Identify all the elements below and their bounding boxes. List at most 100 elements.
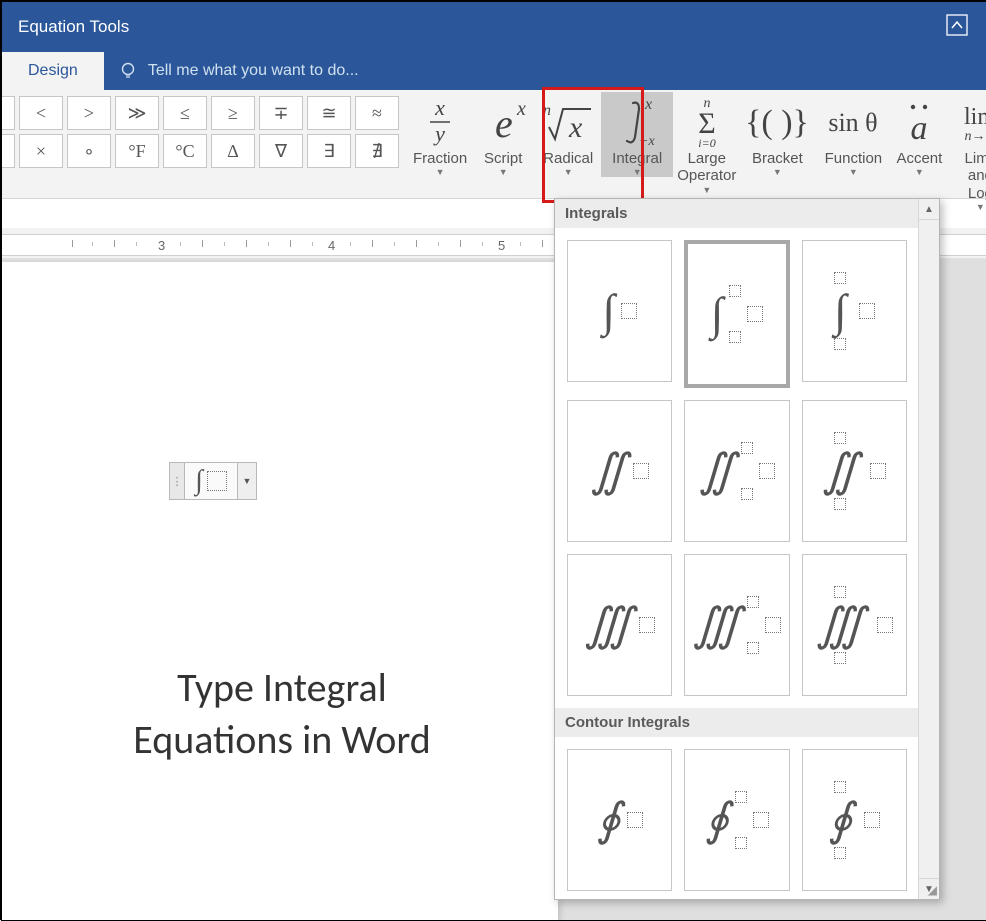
tell-me-search[interactable]: Tell me what you want to do... <box>104 52 359 90</box>
bracket-button[interactable]: {( )} Bracket ▼ <box>740 92 814 177</box>
equation-placeholder[interactable] <box>207 471 227 491</box>
equation-placeholder <box>735 791 747 803</box>
ribbon-collapse-icon[interactable] <box>946 14 968 36</box>
symbol-cell[interactable]: ≤ <box>163 96 207 130</box>
fraction-label: Fraction <box>413 150 467 167</box>
chevron-down-icon: ▼ <box>976 202 985 212</box>
symbol-cell[interactable]: ∄ <box>355 134 399 168</box>
double-integral-thumb-sub-sup[interactable]: ∬ <box>684 400 789 542</box>
contour-integral-glyph-icon: ∮ <box>705 797 729 843</box>
large-operator-button[interactable]: n Σ i=0 Large Operator ▼ <box>673 92 740 195</box>
integral-thumb-sub-sup[interactable]: ∫ <box>684 240 789 388</box>
tell-me-placeholder: Tell me what you want to do... <box>148 62 359 80</box>
tab-design-label: Design <box>28 62 78 80</box>
doc-title-line1: Type Integral <box>177 663 387 712</box>
doc-title-line2: Equations in Word <box>133 715 431 764</box>
double-integral-thumb-indefinite[interactable]: ∬ <box>567 400 672 542</box>
contour-integral-thumb-stacked-limits[interactable]: ∮ <box>802 749 907 891</box>
app-title: Equation Tools <box>18 17 129 37</box>
symbol-cell[interactable] <box>2 134 15 168</box>
integral-label: Integral <box>612 150 662 167</box>
equation-move-handle[interactable]: ⋮ <box>169 462 185 500</box>
triple-integral-thumb-indefinite[interactable]: ∭ <box>567 554 672 696</box>
symbol-cell[interactable]: ≈ <box>355 96 399 130</box>
equation-placeholder <box>870 463 886 479</box>
integral-thumb-indefinite[interactable]: ∫ <box>567 240 672 382</box>
accent-button[interactable]: a Accent ▼ <box>892 92 946 177</box>
tab-design[interactable]: Design <box>2 52 104 90</box>
document-page[interactable]: ⋮ ∫ ▼ Type Integral Equations in Word <box>2 262 558 920</box>
equation-placeholder <box>834 781 846 793</box>
double-integral-glyph-icon: ∬ <box>822 448 858 494</box>
gallery-section-header: Integrals <box>555 199 919 228</box>
equation-placeholder <box>747 642 759 654</box>
ribbon: < > ≫ ≤ ≥ ∓ ≅ ≈ × ∘ °F °C ∆ ∇ ∃ ∄ x <box>2 90 986 199</box>
integral-gallery: Integrals ∫ ∫ <box>554 198 940 900</box>
equation-placeholder <box>834 652 846 664</box>
function-button[interactable]: sin θ Function ▼ <box>814 92 892 177</box>
symbol-cell[interactable]: ≫ <box>115 96 159 130</box>
symbol-cell[interactable]: × <box>19 134 63 168</box>
symbol-cell[interactable]: > <box>67 96 111 130</box>
symbol-cell[interactable]: ∃ <box>307 134 351 168</box>
bracket-label: Bracket <box>752 150 803 167</box>
gallery-scrollbar[interactable]: ▲ ▼ <box>918 199 939 899</box>
svg-text:i=0: i=0 <box>698 136 715 149</box>
bracket-icon: {( )} <box>744 94 810 150</box>
chevron-down-icon: ▼ <box>436 167 445 177</box>
script-button[interactable]: e x Script ▼ <box>471 92 535 177</box>
svg-text:−x: −x <box>639 134 655 149</box>
fraction-button[interactable]: x y Fraction ▼ <box>409 92 471 177</box>
contour-integral-thumb-sub-sup[interactable]: ∮ <box>684 749 789 891</box>
equation-placeholder <box>741 442 753 454</box>
function-icon: sin θ <box>818 94 888 150</box>
radical-button[interactable]: n x Radical ▼ <box>535 92 601 177</box>
triple-integral-thumb-stacked-limits[interactable]: ∭ <box>802 554 907 696</box>
symbol-cell[interactable] <box>2 96 15 130</box>
symbol-cell[interactable]: ∇ <box>259 134 303 168</box>
limit-log-button[interactable]: lim n→∞ Limit and Log ▼ <box>946 92 986 212</box>
symbol-cell[interactable]: ∘ <box>67 134 111 168</box>
equation-object[interactable]: ⋮ ∫ ▼ <box>169 462 257 500</box>
contour-integral-glyph-icon: ∮ <box>828 797 852 843</box>
chevron-down-icon: ▼ <box>499 167 508 177</box>
svg-text:sin θ: sin θ <box>829 108 878 137</box>
equation-placeholder <box>859 303 875 319</box>
lightbulb-icon <box>118 61 138 81</box>
chevron-down-icon: ▼ <box>633 167 642 177</box>
contour-integral-thumb-indefinite[interactable]: ∮ <box>567 749 672 891</box>
symbol-cell[interactable]: ≥ <box>211 96 255 130</box>
equation-placeholder <box>735 837 747 849</box>
large-operator-icon: n Σ i=0 <box>682 94 732 150</box>
symbol-cell[interactable]: °F <box>115 134 159 168</box>
symbol-cell[interactable]: °C <box>163 134 207 168</box>
equation-options-dropdown[interactable]: ▼ <box>238 462 257 500</box>
function-label: Function <box>825 150 883 167</box>
symbol-cell[interactable]: ∓ <box>259 96 303 130</box>
symbol-cell[interactable]: < <box>19 96 63 130</box>
document-heading: Type Integral Equations in Word <box>62 662 502 766</box>
chevron-down-icon: ▼ <box>702 185 711 195</box>
resize-grip-icon[interactable]: ◢ <box>928 883 937 897</box>
svg-text:y: y <box>433 121 445 146</box>
equation-placeholder <box>729 331 741 343</box>
symbol-cell[interactable]: ≅ <box>307 96 351 130</box>
radical-label: Radical <box>543 150 593 167</box>
equation-placeholder <box>834 338 846 350</box>
integral-button[interactable]: x −x Integral ▼ <box>601 92 673 177</box>
symbol-cell[interactable]: ∆ <box>211 134 255 168</box>
equation-placeholder <box>621 303 637 319</box>
script-icon: e x <box>475 94 531 150</box>
scroll-up-icon[interactable]: ▲ <box>919 199 939 220</box>
chevron-down-icon: ▼ <box>773 167 782 177</box>
ribbon-tabs: Design Tell me what you want to do... <box>2 52 986 90</box>
integral-glyph-icon: ∫ <box>834 288 847 334</box>
chevron-down-icon: ▼ <box>849 167 858 177</box>
structures-group: x y Fraction ▼ e x Script ▼ n <box>409 90 986 198</box>
equation-placeholder <box>747 306 763 322</box>
svg-text:e: e <box>495 101 513 146</box>
equation-body[interactable]: ∫ <box>185 462 238 500</box>
integral-thumb-stacked-limits[interactable]: ∫ <box>802 240 907 382</box>
double-integral-thumb-stacked-limits[interactable]: ∬ <box>802 400 907 542</box>
triple-integral-thumb-sub-sup[interactable]: ∭ <box>684 554 789 696</box>
